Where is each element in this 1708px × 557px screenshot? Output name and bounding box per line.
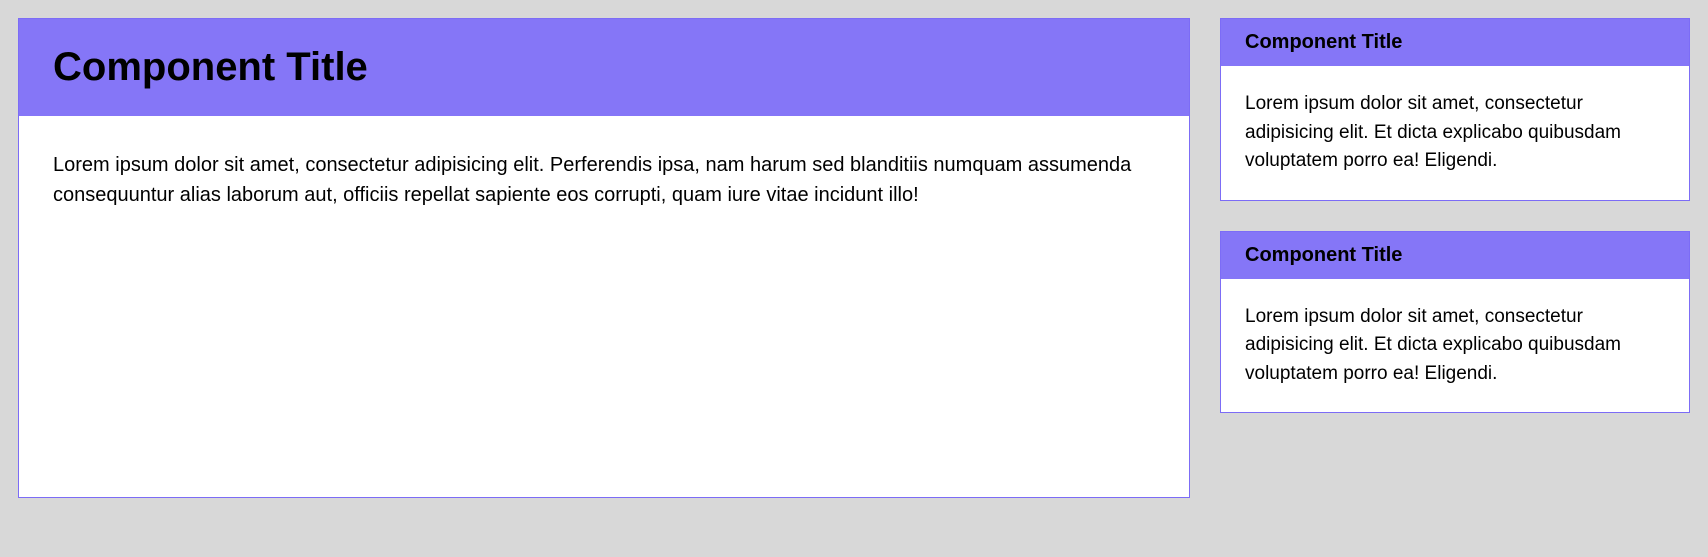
right-column: Component Title Lorem ipsum dolor sit am…: [1220, 18, 1690, 498]
side-card-1-body: Lorem ipsum dolor sit amet, consectetur …: [1221, 66, 1689, 200]
main-card-body: Lorem ipsum dolor sit amet, consectetur …: [19, 116, 1189, 244]
side-card-2: Component Title Lorem ipsum dolor sit am…: [1220, 231, 1690, 414]
main-card-text: Lorem ipsum dolor sit amet, consectetur …: [53, 150, 1155, 210]
layout-container: Component Title Lorem ipsum dolor sit am…: [18, 18, 1690, 498]
side-card-1: Component Title Lorem ipsum dolor sit am…: [1220, 18, 1690, 201]
side-card-2-title: Component Title: [1245, 244, 1665, 267]
left-column: Component Title Lorem ipsum dolor sit am…: [18, 18, 1190, 498]
side-card-2-header: Component Title: [1221, 232, 1689, 279]
side-card-1-title: Component Title: [1245, 31, 1665, 54]
side-card-2-body: Lorem ipsum dolor sit amet, consectetur …: [1221, 279, 1689, 413]
side-card-1-header: Component Title: [1221, 19, 1689, 66]
side-card-2-text: Lorem ipsum dolor sit amet, consectetur …: [1245, 303, 1665, 389]
main-card: Component Title Lorem ipsum dolor sit am…: [18, 18, 1190, 498]
main-card-header: Component Title: [19, 19, 1189, 116]
side-card-1-text: Lorem ipsum dolor sit amet, consectetur …: [1245, 90, 1665, 176]
main-card-title: Component Title: [53, 45, 1155, 90]
